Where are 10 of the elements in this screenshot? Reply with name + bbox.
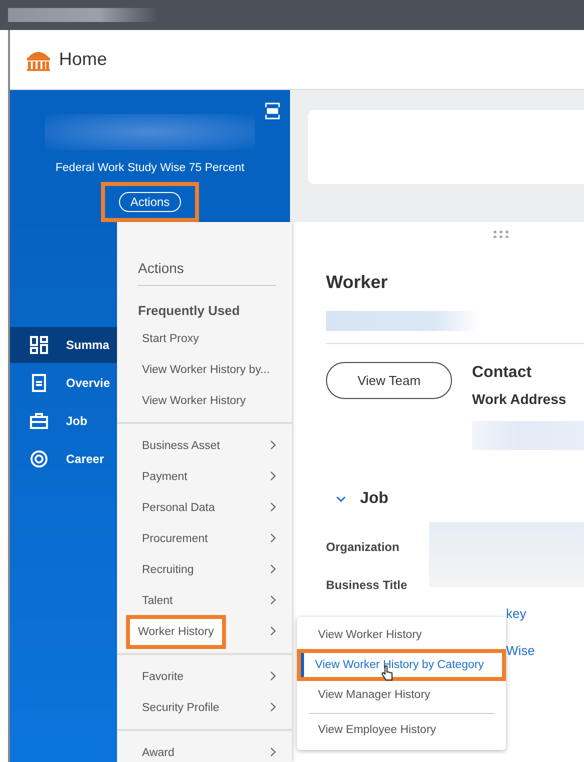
page-title: Home (59, 49, 108, 70)
menu-title: Actions (138, 260, 276, 286)
field-label: Business Title (326, 578, 408, 592)
menu-heading: Frequently Used (138, 303, 241, 318)
field-label: Work Address (472, 391, 568, 407)
field-label: Organization (326, 540, 400, 554)
section-title: Job (360, 490, 388, 508)
section-title: Worker (326, 272, 389, 293)
profile-subtitle: Federal Work Study Wise 75 Percent (56, 162, 244, 174)
contact-heading: Contact (472, 364, 533, 382)
